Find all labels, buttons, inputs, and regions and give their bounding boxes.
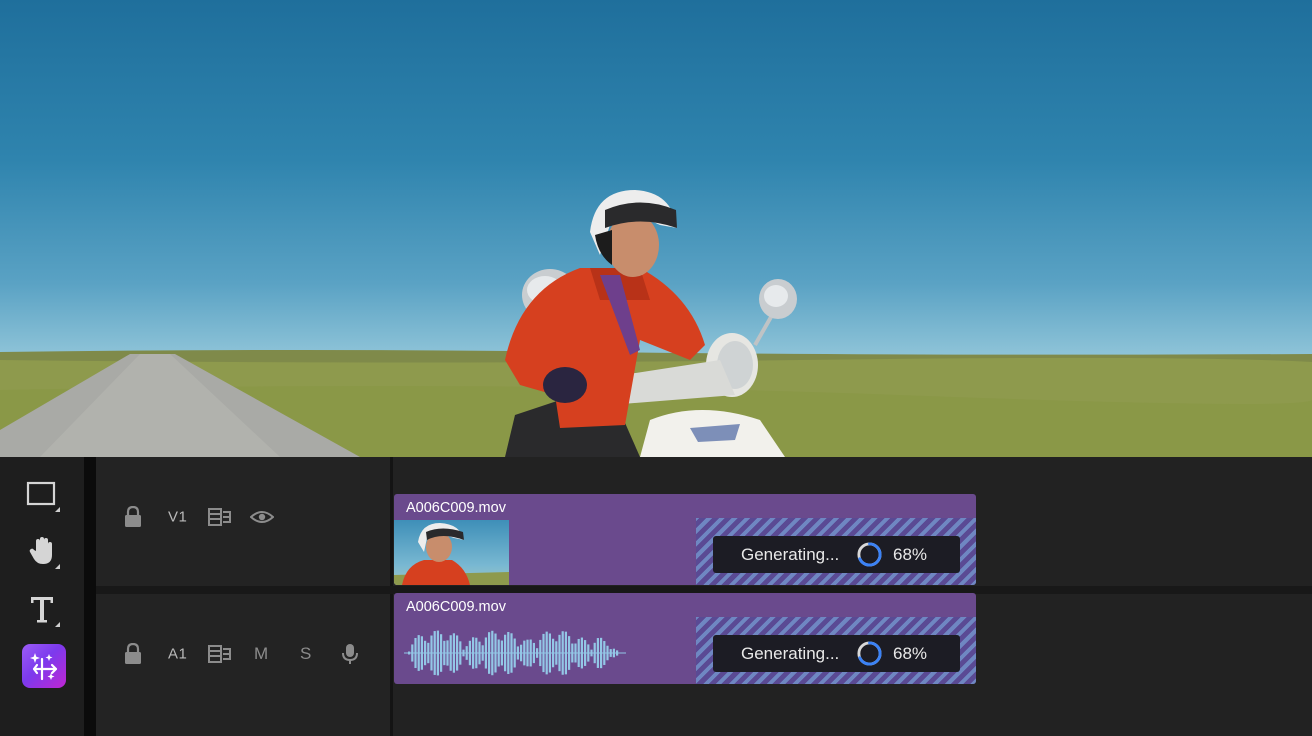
rectangle-tool-button[interactable]: [20, 472, 64, 516]
track-header-v1: V1: [96, 472, 390, 562]
tool-rail: [0, 457, 84, 736]
track-lock-toggle[interactable]: [124, 506, 142, 528]
lock-icon: [125, 643, 141, 664]
generative-extend-tool-button[interactable]: [22, 644, 66, 688]
track-sync-lock-toggle[interactable]: [208, 645, 232, 663]
panel-divider: [84, 457, 96, 736]
progress-spinner-icon: [857, 641, 882, 666]
sync-icon: [208, 508, 231, 526]
audio-waveform: [404, 630, 626, 676]
tool-flyout-indicator: [55, 622, 60, 627]
track-lock-toggle[interactable]: [124, 643, 142, 665]
clip-name: A006C009.mov: [406, 599, 506, 615]
tool-flyout-indicator: [55, 507, 60, 512]
audio-clip[interactable]: A006C009.mov Generating... 68%: [394, 593, 976, 684]
generation-status-text: Generating...: [741, 643, 840, 663]
track-voiceover-record-button[interactable]: [342, 643, 358, 665]
sync-icon: [208, 645, 231, 663]
generation-progress-indicator: Generating... 68%: [713, 536, 960, 573]
progress-spinner-icon: [857, 542, 882, 567]
generation-progress-indicator: Generating... 68%: [713, 635, 960, 672]
track-solo-toggle[interactable]: S: [300, 644, 311, 664]
clip-thumbnail: [394, 520, 509, 585]
generation-progress-percent: 68%: [893, 544, 928, 564]
mic-icon: [342, 644, 358, 664]
generation-progress-percent: 68%: [893, 643, 928, 663]
generation-status-text: Generating...: [741, 544, 840, 564]
hand-tool-icon: [29, 537, 52, 564]
video-frame: [0, 190, 1312, 457]
generative-extend-icon: [30, 653, 58, 681]
clip-name: A006C009.mov: [406, 500, 506, 516]
track-label-a1[interactable]: A1: [168, 646, 187, 663]
tool-flyout-indicator: [55, 564, 60, 569]
rectangle-tool-icon: [26, 481, 56, 506]
video-clip[interactable]: A006C009.mov Generating... 68%: [394, 494, 976, 585]
track-sync-lock-toggle[interactable]: [208, 508, 232, 526]
type-tool-button[interactable]: [20, 587, 64, 631]
track-mute-toggle[interactable]: M: [254, 644, 268, 664]
track-visibility-toggle[interactable]: [250, 509, 274, 525]
eye-icon: [250, 511, 274, 523]
track-header-a1: A1 M S: [96, 609, 390, 699]
type-tool-icon: [31, 597, 53, 623]
program-monitor: [0, 0, 1312, 457]
track-label-v1[interactable]: V1: [168, 509, 187, 526]
lock-icon: [125, 506, 141, 527]
track-headers: V1 A1 M S: [96, 457, 390, 736]
hand-tool-button[interactable]: [20, 529, 64, 573]
